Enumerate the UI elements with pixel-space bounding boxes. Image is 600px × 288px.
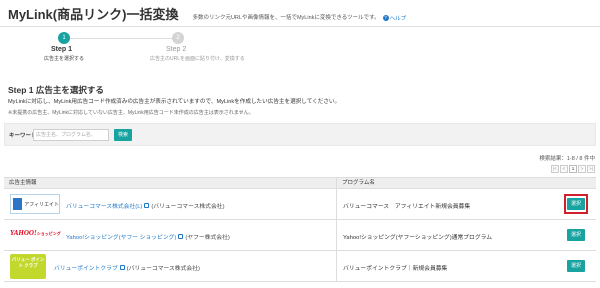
program-cell: Yahoo!ショッピング(ヤフーショッピング)通常プログラム 選択 [337,220,596,250]
step-1-description: 広告主を選択する [44,56,85,62]
program-cell: バリューポイントクラブ｜新規会員募集 選択 [337,251,596,281]
step-2-description: 広告主のURLを画面に貼り付け、変換する [150,56,245,62]
step-indicator: 1 2 Step 1 Step 2 広告主を選択する 広告主のURLを画面に貼り… [0,30,600,90]
page-header: MyLink(商品リンク)一括変換 多数のリンク元URLや画像情報を、一括でMy… [8,4,406,22]
section-note: ※未提携の広告主、MyLinkに対応していない広告主、MyLink用広告コード未… [8,110,254,116]
keyword-input[interactable] [33,129,109,141]
help-label: ヘルプ [389,16,407,22]
logo-subtext: ショッピング [36,231,61,236]
advertiser-name: Yahoo!ショッピング(ヤフー ショッピング) (ヤフー株式会社) [66,232,230,241]
advertiser-cell: YAHOO!ショッピング Yahoo!ショッピング(ヤフー ショッピング) (ヤフ… [4,220,337,250]
step-2-label: Step 2 [166,46,187,53]
select-button[interactable]: 選択 [567,260,585,272]
external-link-icon[interactable] [178,233,184,239]
help-link[interactable]: ? ヘルプ [382,14,407,22]
advertiser-company: (バリューコマース株式会社) [126,266,200,272]
pager-next-button[interactable]: > [578,165,586,173]
header-divider [0,26,600,27]
select-button[interactable]: 選択 [567,198,585,210]
pager-page-1[interactable]: 1 [569,165,577,173]
header-advertiser-info: 広告主情報 [4,178,337,188]
advertiser-table: 広告主情報 プログラム名 アフィリエイト バリューコマース株式会社(L) (バリュ… [4,177,596,282]
advertiser-link[interactable]: Yahoo!ショッピング(ヤフー ショッピング) [66,235,176,241]
program-name: バリューポイントクラブ｜新規会員募集 [343,266,448,272]
header-program-name: プログラム名 [342,180,375,186]
advertiser-name: バリューコマース株式会社(L) (バリューコマース株式会社) [66,201,225,210]
advertiser-company: (バリューコマース株式会社) [151,204,225,210]
table-row: YAHOO!ショッピング Yahoo!ショッピング(ヤフー ショッピング) (ヤフ… [4,220,596,251]
logo-text: YAHOO! [10,229,37,237]
page-description: 多数のリンク元URLや画像情報を、一括でMyLinkに変換できるツールです。 [192,15,380,21]
pagination: |< < 1 > >| [550,165,595,173]
search-panel: キーワード 検索 [4,123,596,146]
program-name: バリューコマース アフィリエイト新規会員募集 [343,204,471,210]
logo-text: アフィリエイト [24,201,59,208]
table-row: バリュー ポイント クラブ バリューポイントクラブ (バリューコマース株式会社) … [4,251,596,282]
valuecommerce-logo-icon [13,198,23,210]
table-row: アフィリエイト バリューコマース株式会社(L) (バリューコマース株式会社) バリ… [4,189,596,220]
step-connector [64,38,176,39]
pager-prev-button[interactable]: < [560,165,568,173]
page-title: MyLink(商品リンク)一括変換 [8,7,179,22]
value-point-club-logo: バリュー ポイント クラブ [10,254,46,279]
table-header: 広告主情報 プログラム名 [4,178,596,189]
external-link-icon[interactable] [144,202,150,208]
yahoo-shopping-logo: YAHOO!ショッピング [10,229,61,237]
section-description: MyLinkに対応し、MyLink用広告コード作成済みの広告主が表示されています… [8,99,341,105]
pager-first-button[interactable]: |< [551,165,559,173]
external-link-icon[interactable] [119,264,125,270]
step-1-circle: 1 [58,32,70,44]
advertiser-link[interactable]: バリューコマース株式会社(L) [66,204,142,210]
advertiser-company: (ヤフー株式会社) [185,235,230,241]
help-icon: ? [382,15,389,21]
step-1-label: Step 1 [51,46,73,53]
advertiser-logo: アフィリエイト [10,194,60,214]
section-title: Step 1 広告主を選択する [8,85,104,95]
result-count: 検索結果：1-8 / 8 件中 [539,156,595,162]
select-button[interactable]: 選択 [567,229,585,241]
step-2-circle: 2 [172,32,184,44]
program-cell: バリューコマース アフィリエイト新規会員募集 選択 [337,189,596,219]
pager-last-button[interactable]: >| [587,165,595,173]
advertiser-cell: バリュー ポイント クラブ バリューポイントクラブ (バリューコマース株式会社) [4,251,337,281]
search-button[interactable]: 検索 [114,129,132,141]
program-name: Yahoo!ショッピング(ヤフーショッピング)通常プログラム [343,235,493,241]
advertiser-cell: アフィリエイト バリューコマース株式会社(L) (バリューコマース株式会社) [4,189,337,219]
advertiser-link[interactable]: バリューポイントクラブ [54,266,118,272]
advertiser-name: バリューポイントクラブ (バリューコマース株式会社) [54,263,200,272]
